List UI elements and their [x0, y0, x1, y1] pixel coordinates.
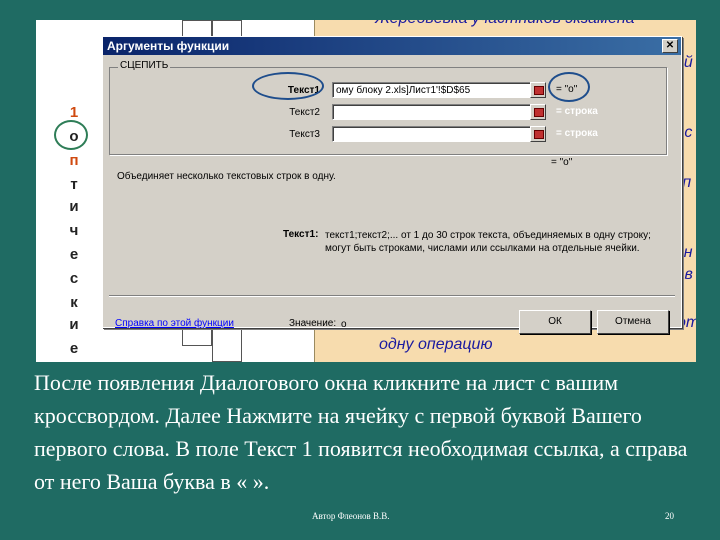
crossword-letter: к — [70, 294, 78, 311]
dialog-title: Аргументы функции — [107, 39, 230, 53]
slide-caption: После появления Диалогового окна кликнит… — [34, 370, 688, 494]
crossword-letter: и — [69, 316, 79, 333]
help-arg-label: Текст1: — [283, 229, 319, 240]
value-readout: о — [341, 319, 347, 330]
collapse-dialog-button[interactable] — [530, 104, 546, 120]
function-name: СЦЕПИТЬ — [118, 60, 171, 71]
text2-input[interactable] — [332, 104, 532, 120]
help-arg-text: текст1;текст2;... от 1 до 30 строк текст… — [325, 230, 651, 254]
crossword-letter: т — [70, 176, 78, 193]
crossword-letter: с — [69, 270, 79, 287]
highlight-ellipse — [252, 72, 324, 100]
range-select-icon — [534, 108, 544, 117]
arg-label-text2: Текст2 — [289, 107, 320, 118]
dialog-titlebar[interactable]: Аргументы функции ✕ — [103, 37, 681, 55]
highlight-ellipse — [54, 120, 88, 150]
crossword-letter: 1 — [69, 104, 79, 121]
divider — [109, 295, 675, 297]
text1-input[interactable]: ому блоку 2.xls]Лист1'!$D$65 — [332, 82, 532, 98]
crossword-letter: и — [69, 198, 79, 215]
page-number: 20 — [665, 511, 674, 521]
cancel-button[interactable]: Отмена — [597, 310, 669, 334]
collapse-dialog-button[interactable] — [530, 82, 546, 98]
arg-result-text2: = строка — [556, 106, 598, 117]
arg-result-text3: = строка — [556, 128, 598, 139]
text3-input[interactable] — [332, 126, 532, 142]
ok-button[interactable]: ОК — [519, 310, 591, 334]
screenshot-area: 1 о п т и ч е с к и е Жеребьёвка участни… — [36, 20, 696, 362]
close-icon: ✕ — [665, 40, 675, 51]
grid-cell — [212, 326, 242, 362]
function-help-link[interactable]: Справка по этой функции — [115, 318, 234, 329]
footer-author: Автор Флеонов В.В. — [312, 511, 390, 521]
crossword-letter: п — [69, 152, 79, 169]
collapse-dialog-button[interactable] — [530, 126, 546, 142]
panel-top-text: Жеребьёвка участников экзамена — [375, 20, 635, 28]
range-select-icon — [534, 130, 544, 139]
grid-cell — [182, 326, 212, 346]
slide-top-band — [0, 0, 720, 20]
crossword-letter: е — [69, 340, 79, 357]
function-description: Объединяет несколько текстовых строк в о… — [117, 171, 336, 182]
highlight-ellipse — [548, 72, 590, 102]
crossword-letter: е — [69, 246, 79, 263]
arg-label-text3: Текст3 — [289, 129, 320, 140]
function-arguments-dialog: Аргументы функции ✕ СЦЕПИТЬ Текст1 ому б… — [102, 36, 682, 334]
panel-bottom-text: одну операцию — [379, 336, 493, 353]
value-label: Значение: — [289, 318, 337, 329]
range-select-icon — [534, 86, 544, 95]
crossword-letter: ч — [69, 222, 79, 239]
close-button[interactable]: ✕ — [662, 39, 678, 53]
formula-result: = "о" — [551, 157, 573, 168]
